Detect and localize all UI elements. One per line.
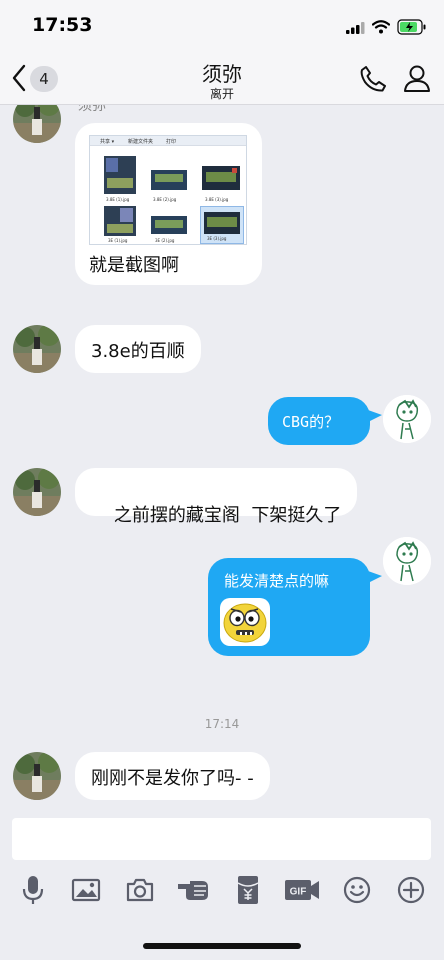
contact-avatar[interactable] <box>13 468 61 516</box>
status-bar: 17:53 <box>0 0 444 52</box>
message-bubble-image[interactable]: 共享 ▾ 新建文件夹 打印 3.8E (1).jpg 3.8E (2).jpg … <box>75 123 262 285</box>
voice-button[interactable] <box>13 870 53 910</box>
file-name: 3.8E (2).jpg <box>153 197 177 202</box>
contact-avatar[interactable] <box>13 325 61 373</box>
explorer-menu-item: 打印 <box>166 139 177 145</box>
message-bubble-outgoing[interactable]: 能发清楚点的嘛 <box>208 558 370 656</box>
my-avatar[interactable] <box>383 395 431 443</box>
file-thumbnail <box>202 166 240 190</box>
time-divider: 17:14 <box>204 717 240 731</box>
gif-icon: GIF <box>285 880 319 900</box>
red-packet-icon <box>237 876 259 904</box>
contact-avatar[interactable] <box>13 752 61 800</box>
message-text: 之前摆的藏宝阁 下架挺久了 <box>113 505 342 526</box>
file-name: 3E (2).jpg <box>155 238 175 243</box>
file-thumbnail <box>104 206 136 236</box>
contact-avatar[interactable] <box>13 105 61 143</box>
svg-text:GIF: GIF <box>290 887 307 898</box>
poke-icon <box>178 881 208 900</box>
mic-icon <box>22 876 44 904</box>
message-text: CBG的？ <box>282 413 340 431</box>
shared-screenshot-image[interactable]: 共享 ▾ 新建文件夹 打印 3.8E (1).jpg 3.8E (2).jpg … <box>89 135 247 245</box>
camera-icon <box>126 878 154 902</box>
home-indicator[interactable] <box>143 943 301 949</box>
file-name: 3E (1).jpg <box>108 238 128 243</box>
emoji-icon <box>343 876 371 904</box>
selected-file: 3E (3).jpg <box>200 206 244 244</box>
file-thumbnail <box>151 170 187 190</box>
image-icon <box>71 878 101 902</box>
message-input[interactable] <box>12 818 431 860</box>
plus-icon <box>397 876 425 904</box>
phone-call-icon[interactable] <box>358 64 388 94</box>
message-bubble[interactable]: 刚刚不是发你了吗- - <box>75 752 270 800</box>
image-caption: 就是截图啊 <box>89 255 179 276</box>
message-bubble-outgoing[interactable]: CBG的？ <box>268 397 370 445</box>
sticker-face-icon <box>220 598 270 646</box>
file-name: 3E (3).jpg <box>207 236 227 241</box>
input-toolbar: GIF <box>0 870 444 914</box>
more-button[interactable] <box>391 870 431 910</box>
file-name: 3.8E (1).jpg <box>106 197 130 202</box>
poke-button[interactable] <box>174 870 214 910</box>
cellular-signal-icon <box>346 22 365 34</box>
battery-charging-icon <box>397 19 426 35</box>
file-thumbnail <box>104 156 136 194</box>
my-avatar[interactable] <box>383 537 431 585</box>
chat-header: 4 须弥 离开 <box>0 52 444 105</box>
contact-profile-icon[interactable] <box>402 63 432 93</box>
message-bubble[interactable]: 3.8e的百顺 <box>75 325 201 373</box>
gif-button[interactable]: GIF <box>282 870 322 910</box>
file-name: 3.8E (3).jpg <box>205 197 229 202</box>
explorer-toolbar: 共享 ▾ 新建文件夹 打印 <box>90 136 246 146</box>
message-text: 刚刚不是发你了吗- - <box>91 768 254 789</box>
emoji-button[interactable] <box>337 870 377 910</box>
bubble-tail <box>368 410 382 422</box>
message-list[interactable]: 须弥 共享 ▾ 新建文件夹 打印 3.8E (1).jpg 3.8E (2).j… <box>0 105 444 813</box>
explorer-menu-item: 新建文件夹 <box>128 139 154 145</box>
message-bubble[interactable]: 之前摆的藏宝阁 下架挺久了 <box>75 468 358 526</box>
status-time: 17:53 <box>32 14 93 36</box>
file-thumbnail <box>151 216 187 234</box>
message-text: 能发清楚点的嘛 <box>224 572 330 590</box>
bubble-tail <box>368 571 382 583</box>
red-packet-button[interactable] <box>228 870 268 910</box>
wifi-icon <box>372 20 390 34</box>
file-thumbnail <box>204 212 240 234</box>
camera-button[interactable] <box>120 870 160 910</box>
photo-button[interactable] <box>66 870 106 910</box>
sender-name: 须弥 <box>78 105 106 114</box>
explorer-menu-item: 共享 ▾ <box>100 139 115 145</box>
message-text: 3.8e的百顺 <box>91 341 185 362</box>
